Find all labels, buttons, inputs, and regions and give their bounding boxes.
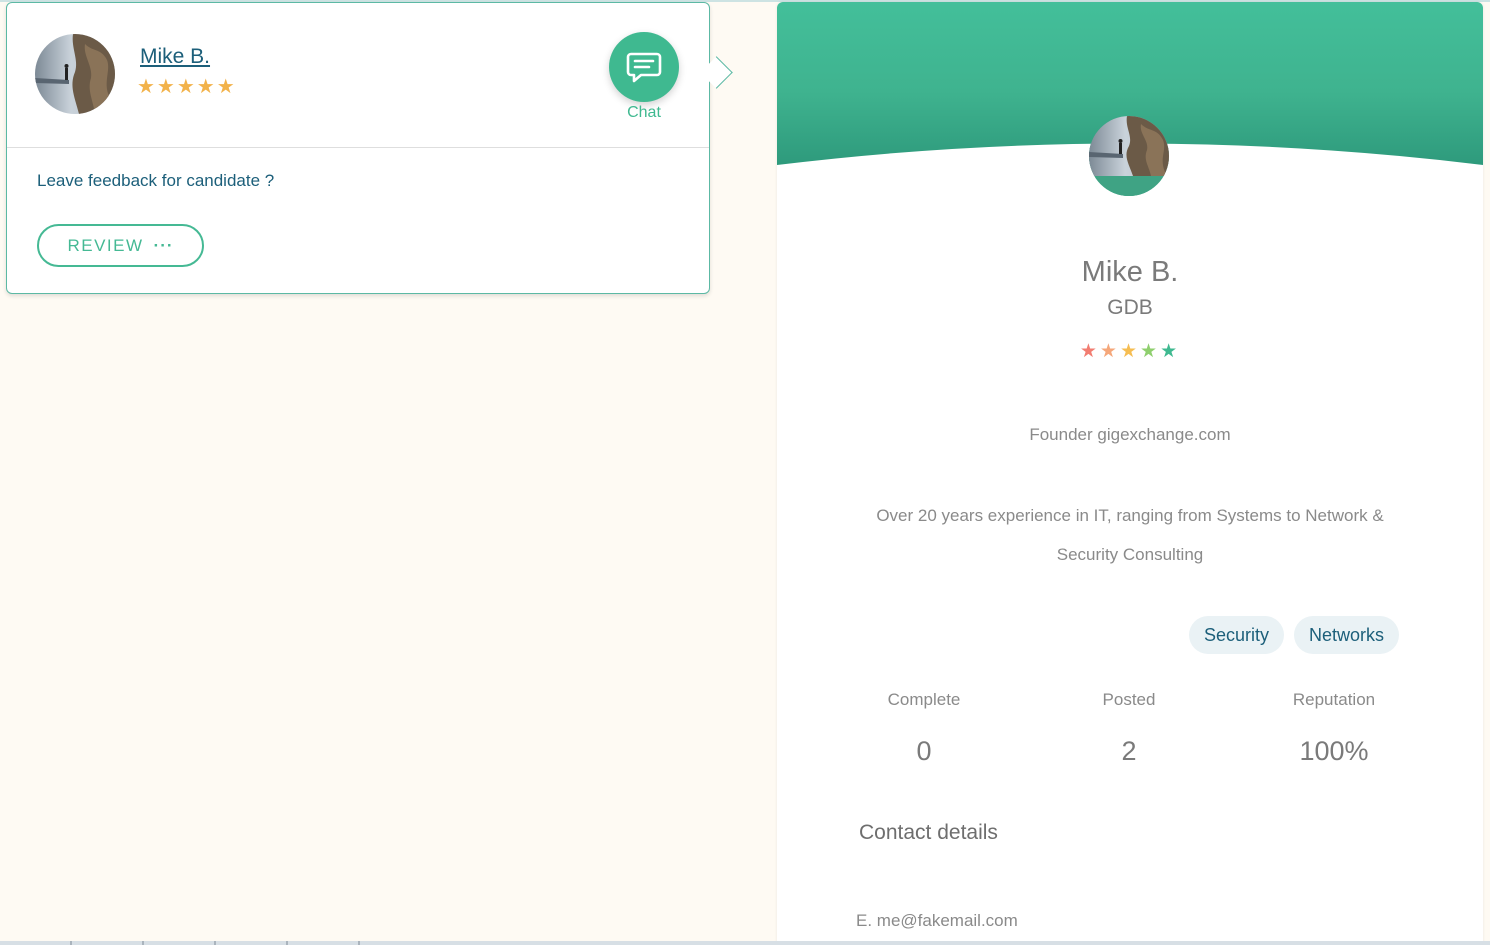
contact-details-heading: Contact details: [859, 821, 998, 844]
card-divider: [7, 147, 709, 148]
tag-networks[interactable]: Networks: [1293, 616, 1399, 654]
skill-tags: Security Networks: [1188, 616, 1399, 654]
feedback-prompt: Leave feedback for candidate ?: [37, 171, 275, 190]
candidate-rating-stars: ★★★★★: [137, 76, 237, 98]
bottom-tab[interactable]: [144, 941, 216, 945]
candidate-avatar[interactable]: [35, 34, 115, 114]
profile-name: Mike B.: [1081, 256, 1179, 288]
star-icon: ★: [1140, 341, 1161, 362]
star-icon: ★: [1160, 341, 1181, 362]
star-icon: ★: [1079, 341, 1100, 362]
card-pointer-arrow: [700, 56, 733, 89]
review-label: REVIEW: [67, 235, 144, 255]
stat-label: Reputation: [1292, 690, 1376, 709]
star-icon: ★: [1099, 341, 1120, 362]
review-button[interactable]: REVIEW ···: [37, 224, 204, 267]
candidate-card: Mike B. ★★★★★ Chat Leave feedback for ca…: [6, 2, 733, 294]
profile-panel: Mike B. GDB ★★★★★ Founder gigexchange.co…: [777, 2, 1483, 945]
stat-value: 0: [916, 736, 932, 766]
contact-email[interactable]: E. me@fakemail.com: [856, 911, 1018, 931]
stat-complete: Complete 0: [824, 690, 1024, 767]
bottom-tab[interactable]: [288, 941, 360, 945]
chat-button[interactable]: [609, 32, 679, 102]
stat-posted: Posted 2: [1029, 690, 1229, 767]
bottom-tab[interactable]: [0, 941, 72, 945]
bottom-tab[interactable]: [72, 941, 144, 945]
stat-value: 2: [1121, 736, 1137, 766]
profile-bio: Over 20 years experience in IT, ranging …: [876, 506, 1384, 564]
profile-title: Founder gigexchange.com: [1029, 425, 1231, 444]
chat-bubble-icon: [626, 52, 662, 83]
stat-reputation: Reputation 100%: [1234, 690, 1434, 767]
profile-rating-stars: ★★★★★: [777, 340, 1483, 363]
more-dots-icon: ···: [153, 235, 174, 255]
candidate-name-link[interactable]: Mike B.: [140, 45, 210, 69]
chat-label[interactable]: Chat: [609, 104, 679, 122]
stat-label: Complete: [887, 690, 961, 709]
tag-security[interactable]: Security: [1188, 616, 1284, 654]
stat-value: 100%: [1299, 736, 1369, 766]
stat-label: Posted: [1102, 690, 1156, 709]
profile-company: GDB: [1107, 296, 1153, 319]
star-icon: ★: [1119, 341, 1141, 362]
profile-avatar[interactable]: [1089, 116, 1169, 196]
bottom-tab[interactable]: [216, 941, 288, 945]
bottom-tab-markers: [0, 941, 360, 945]
